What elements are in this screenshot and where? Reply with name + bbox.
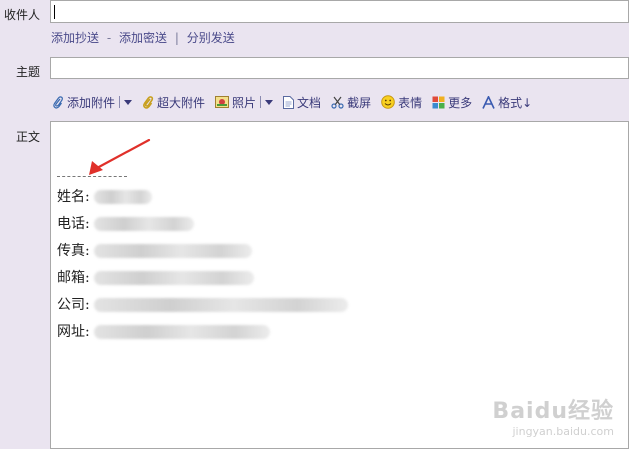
photo-icon bbox=[215, 96, 230, 108]
format-button[interactable]: 格式↓ bbox=[482, 94, 532, 111]
signature-row-email: 邮箱: bbox=[57, 268, 254, 288]
photo-button[interactable]: 照片 bbox=[215, 94, 274, 111]
font-format-icon bbox=[482, 95, 495, 109]
emoji-button[interactable]: 表情 bbox=[381, 94, 422, 111]
doc-button[interactable]: 文档 bbox=[283, 94, 321, 111]
signature-key: 传真: bbox=[57, 243, 90, 259]
redacted-value bbox=[93, 217, 194, 231]
signature-key: 邮箱: bbox=[57, 270, 90, 286]
signature-row-name: 姓名: bbox=[57, 187, 152, 207]
emoji-label: 表情 bbox=[398, 95, 423, 110]
add-bcc-link[interactable]: 添加密送 bbox=[119, 29, 167, 46]
compose-toolbar: 添加附件 超大附件 照片 文档 截屏 表情 更多 格式↓ bbox=[52, 92, 542, 112]
photo-label: 照片 bbox=[232, 95, 257, 110]
cc-bar: | bbox=[174, 31, 179, 45]
document-icon bbox=[283, 95, 295, 109]
paperclip-icon bbox=[53, 95, 63, 109]
signature-row-website: 网址: bbox=[57, 322, 270, 342]
format-label: 格式↓ bbox=[498, 95, 533, 110]
subject-label: 主题 bbox=[16, 65, 41, 79]
body-editor[interactable]: 姓名: 电话: 传真: 邮箱: 公司: 网址: Baidu经验 jingyan.… bbox=[50, 121, 629, 449]
more-label: 更多 bbox=[448, 95, 473, 110]
signature-key: 电话: bbox=[57, 216, 90, 232]
watermark-url: jingyan.baidu.com bbox=[512, 425, 614, 438]
add-cc-link[interactable]: 添加抄送 bbox=[51, 29, 99, 46]
signature-row-company: 公司: bbox=[57, 295, 348, 315]
redacted-value bbox=[93, 325, 270, 339]
subject-input[interactable] bbox=[50, 57, 629, 79]
doc-label: 文档 bbox=[297, 95, 322, 110]
more-button[interactable]: 更多 bbox=[432, 94, 472, 111]
smiley-icon bbox=[381, 95, 395, 109]
attach-label: 添加附件 bbox=[67, 95, 116, 110]
photo-dropdown-icon[interactable] bbox=[265, 99, 274, 105]
attach-divider bbox=[119, 96, 121, 108]
big-attach-label: 超大附件 bbox=[157, 95, 206, 110]
red-arrow-annotation bbox=[89, 139, 151, 175]
big-attach-button[interactable]: 超大附件 bbox=[142, 94, 205, 111]
body-label: 正文 bbox=[16, 130, 41, 144]
photo-divider bbox=[260, 96, 262, 108]
watermark-brand: Baidu经验 bbox=[492, 399, 614, 424]
signature-row-phone: 电话: bbox=[57, 214, 194, 234]
text-cursor bbox=[54, 5, 55, 19]
redacted-value bbox=[93, 190, 152, 204]
signature-key: 网址: bbox=[57, 324, 90, 340]
redacted-value bbox=[93, 298, 348, 312]
attach-button[interactable]: 添加附件 bbox=[52, 94, 133, 111]
screenshot-label: 截屏 bbox=[347, 95, 372, 110]
scissors-icon bbox=[331, 96, 344, 109]
signature-key: 公司: bbox=[57, 297, 90, 313]
signature-key: 姓名: bbox=[57, 189, 90, 205]
separate-send-link[interactable]: 分别发送 bbox=[187, 29, 235, 46]
cc-links: 添加抄送 - 添加密送 | 分别发送 bbox=[51, 29, 235, 46]
baidu-watermark: Baidu经验 jingyan.baidu.com bbox=[492, 393, 614, 438]
big-paperclip-icon bbox=[143, 95, 154, 109]
cc-dash: - bbox=[106, 31, 112, 45]
recipient-label: 收件人 bbox=[4, 8, 41, 22]
grid-icon bbox=[432, 96, 445, 108]
redacted-value bbox=[93, 271, 254, 285]
redacted-value bbox=[93, 244, 252, 258]
signature-row-fax: 传真: bbox=[57, 241, 252, 261]
screenshot-button[interactable]: 截屏 bbox=[331, 94, 371, 111]
attach-dropdown-icon[interactable] bbox=[124, 99, 133, 105]
recipient-input[interactable] bbox=[50, 0, 629, 23]
